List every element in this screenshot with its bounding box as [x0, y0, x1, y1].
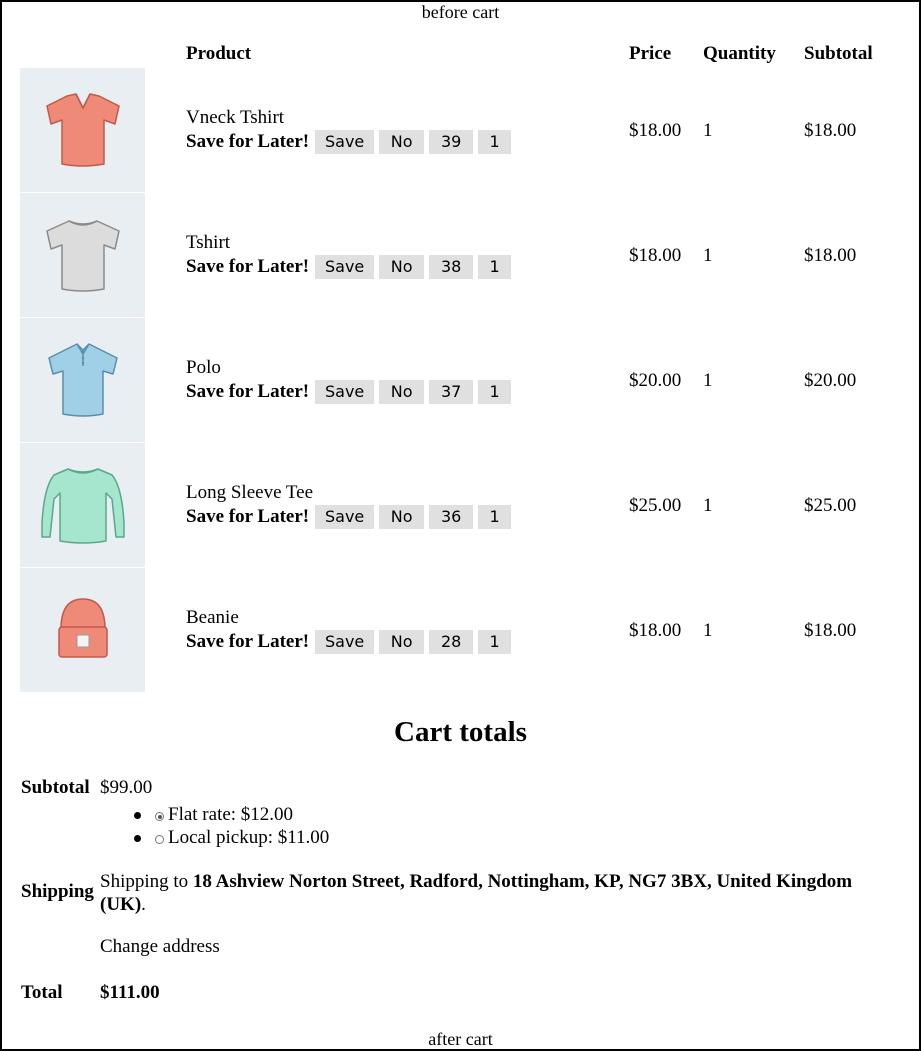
- radio-selected-icon[interactable]: [155, 812, 164, 821]
- item-subtotal: $18.00: [804, 619, 857, 641]
- product-name-link[interactable]: Tshirt: [186, 232, 629, 254]
- no-button[interactable]: No: [379, 630, 425, 654]
- item-price: $18.00: [629, 619, 682, 641]
- subtotal-label: Subtotal: [21, 777, 90, 798]
- item-subtotal: $20.00: [804, 369, 857, 391]
- item-price: $25.00: [629, 494, 682, 516]
- shipping-option-flat-rate[interactable]: Flat rate: $12.00: [134, 803, 329, 826]
- polo-icon: [47, 343, 118, 417]
- product-id-button[interactable]: 38: [429, 255, 474, 279]
- quantity-button[interactable]: 1: [478, 130, 512, 154]
- product-name-link[interactable]: Long Sleeve Tee: [186, 482, 629, 504]
- shipping-address: 18 Ashview Norton Street, Radford, Notti…: [100, 871, 853, 915]
- shipping-option-local-pickup[interactable]: Local pickup: $11.00: [134, 826, 330, 849]
- quantity-button[interactable]: 1: [478, 380, 512, 404]
- save-for-later-label: Save for Later!: [186, 131, 310, 152]
- cart-table-header: Product Price Quantity Subtotal: [20, 40, 900, 68]
- product-id-button[interactable]: 39: [429, 130, 474, 154]
- change-address-link[interactable]: Change address: [100, 936, 220, 958]
- save-for-later-label: Save for Later!: [186, 381, 310, 402]
- save-button[interactable]: Save: [315, 630, 375, 654]
- product-name-link[interactable]: Vneck Tshirt: [186, 107, 629, 129]
- cart-item-row: Vneck Tshirt Save for Later! Save No 39 …: [20, 68, 900, 193]
- quantity-button[interactable]: 1: [478, 255, 512, 279]
- item-quantity: 1: [703, 494, 713, 516]
- vneck-tshirt-icon: [45, 93, 120, 167]
- save-for-later-label: Save for Later!: [186, 631, 310, 652]
- item-subtotal: $18.00: [804, 244, 857, 266]
- item-quantity: 1: [703, 619, 713, 641]
- product-name-link[interactable]: Beanie: [186, 607, 629, 629]
- cart-totals-title: Cart totals: [394, 716, 527, 748]
- no-button[interactable]: No: [379, 255, 425, 279]
- radio-unselected-icon[interactable]: [155, 835, 164, 844]
- product-id-button[interactable]: 28: [429, 630, 474, 654]
- save-button[interactable]: Save: [315, 130, 375, 154]
- shipping-label: Shipping: [21, 881, 94, 902]
- no-button[interactable]: No: [379, 130, 425, 154]
- product-thumbnail[interactable]: [20, 193, 145, 318]
- product-id-button[interactable]: 37: [429, 380, 474, 404]
- no-button[interactable]: No: [379, 380, 425, 404]
- item-subtotal: $18.00: [804, 119, 857, 141]
- item-price: $20.00: [629, 369, 682, 391]
- item-quantity: 1: [703, 369, 713, 391]
- save-for-later-label: Save for Later!: [186, 506, 310, 527]
- save-button[interactable]: Save: [315, 380, 375, 404]
- long-sleeve-tee-icon: [40, 468, 125, 544]
- product-header: Product: [186, 43, 252, 64]
- cart-item-row: Beanie Save for Later! Save No 28 1 $18.…: [20, 568, 900, 693]
- item-quantity: 1: [703, 244, 713, 266]
- price-header: Price: [629, 43, 672, 64]
- shipping-option-label: Flat rate: $12.00: [168, 804, 294, 825]
- item-price: $18.00: [629, 244, 682, 266]
- beanie-icon: [57, 598, 108, 658]
- no-button[interactable]: No: [379, 505, 425, 529]
- save-button[interactable]: Save: [315, 505, 375, 529]
- shipping-destination: Shipping to 18 Ashview Norton Street, Ra…: [100, 870, 900, 916]
- cart-item-row: Long Sleeve Tee Save for Later! Save No …: [20, 443, 900, 568]
- product-thumbnail[interactable]: [20, 443, 145, 568]
- after-cart-hook: after cart: [428, 1029, 493, 1049]
- before-cart-hook: before cart: [421, 2, 500, 22]
- subtotal-value: $99.00: [100, 777, 153, 798]
- item-subtotal: $25.00: [804, 494, 857, 516]
- quantity-header: Quantity: [703, 43, 776, 64]
- thumbnail-header: [20, 40, 147, 68]
- quantity-button[interactable]: 1: [478, 630, 512, 654]
- shipping-option-label: Local pickup: $11.00: [168, 827, 330, 848]
- shipping-methods: Flat rate: $12.00 Local pickup: $11.00: [134, 803, 330, 849]
- cart-item-row: Polo Save for Later! Save No 37 1 $20.00…: [20, 318, 900, 443]
- shipping-to-prefix: Shipping to: [100, 871, 189, 892]
- bullet: [134, 835, 141, 842]
- item-quantity: 1: [703, 119, 713, 141]
- product-thumbnail[interactable]: [20, 568, 145, 693]
- item-price: $18.00: [629, 119, 682, 141]
- subtotal-header: Subtotal: [804, 43, 873, 64]
- page-frame: before cart Product Price Quantity Subto…: [0, 0, 921, 1051]
- product-name-link[interactable]: Polo: [186, 357, 629, 379]
- cart-item-row: Tshirt Save for Later! Save No 38 1 $18.…: [20, 193, 900, 318]
- save-for-later-label: Save for Later!: [186, 256, 310, 277]
- cart-table: Product Price Quantity Subtotal Vneck Ts…: [20, 40, 900, 693]
- shipping-suffix: .: [141, 894, 146, 915]
- product-thumbnail[interactable]: [20, 318, 145, 443]
- save-button[interactable]: Save: [315, 255, 375, 279]
- total-value: $111.00: [100, 982, 160, 1003]
- product-thumbnail[interactable]: [20, 68, 145, 193]
- bullet: [134, 812, 141, 819]
- product-id-button[interactable]: 36: [429, 505, 474, 529]
- tshirt-icon: [45, 220, 120, 292]
- quantity-button[interactable]: 1: [478, 505, 512, 529]
- total-label: Total: [21, 982, 63, 1003]
- spacer-header: [147, 40, 186, 68]
